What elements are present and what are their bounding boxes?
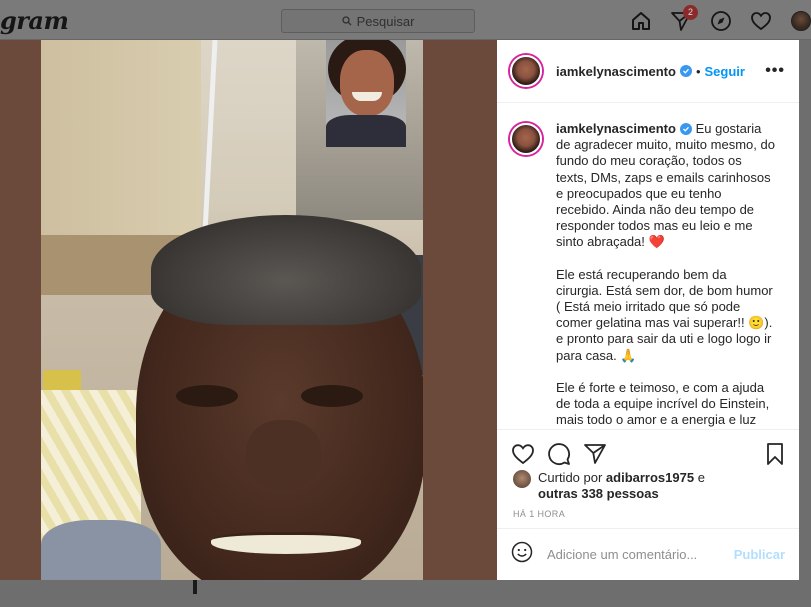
- photo-nose: [246, 420, 321, 490]
- video-call-pip: [326, 40, 406, 147]
- photo-smile: [211, 532, 361, 554]
- caption-paragraph-1: iamkelynascimento Eu gostaria de agradec…: [556, 121, 776, 251]
- comment-input[interactable]: [547, 547, 734, 562]
- verified-icon: [679, 123, 692, 135]
- liked-by-prefix: Curtido por: [538, 470, 606, 485]
- profile-avatar-image: [791, 11, 811, 31]
- more-options-icon[interactable]: •••: [765, 62, 785, 80]
- follow-button[interactable]: Seguir: [705, 64, 745, 79]
- bookmark-icon[interactable]: [763, 442, 787, 466]
- action-bar: [497, 429, 799, 475]
- nav-icons: 2: [611, 5, 811, 33]
- liked-by-others[interactable]: outras 338 pessoas: [538, 486, 659, 501]
- likes-summary: Curtido por adibarros1975 e outras 338 p…: [513, 470, 793, 502]
- video-call-photo: [41, 40, 423, 580]
- like-icon[interactable]: [511, 442, 535, 466]
- post-header: iamkelynascimento • Seguir •••: [497, 40, 799, 103]
- pip-body: [326, 115, 406, 147]
- photo-hair: [151, 215, 421, 325]
- caption-area: iamkelynascimento Eu gostaria de agradec…: [497, 104, 799, 429]
- liker-avatar[interactable]: [513, 470, 531, 488]
- pip-face: [340, 50, 394, 116]
- author-username[interactable]: iamkelynascimento: [556, 64, 676, 79]
- caption-avatar[interactable]: [510, 123, 542, 155]
- instagram-logo[interactable]: gram: [0, 6, 69, 35]
- post-timestamp[interactable]: HÁ 1 HORA: [513, 509, 565, 519]
- caption-body: iamkelynascimento Eu gostaria de agradec…: [556, 121, 776, 429]
- post-side-panel: iamkelynascimento • Seguir ••• iamkelyna…: [497, 40, 799, 580]
- top-nav: gram Pesquisar 2: [0, 0, 811, 40]
- search-icon: [341, 16, 352, 26]
- profile-avatar[interactable]: [789, 9, 811, 33]
- caption-paragraph-3: Ele é forte e teimoso, e com a ajuda de …: [556, 379, 773, 428]
- photo-eye-right: [301, 385, 363, 407]
- photo-eye-left: [176, 385, 238, 407]
- pip-smile: [352, 92, 382, 101]
- share-icon[interactable]: [583, 442, 607, 466]
- notification-badge: 2: [683, 5, 698, 20]
- home-icon[interactable]: [629, 9, 653, 33]
- separator-dot: •: [695, 63, 701, 79]
- likes-text: Curtido por adibarros1975 e outras 338 p…: [538, 470, 705, 502]
- caption-paragraph-2: Ele está recuperando bem da cirurgia. Es…: [556, 266, 777, 363]
- photo-shirt: [41, 520, 161, 580]
- backdrop-element: [193, 580, 197, 594]
- publish-button[interactable]: Publicar: [734, 547, 785, 562]
- author-avatar[interactable]: [510, 55, 542, 87]
- post-media[interactable]: [0, 40, 497, 580]
- modal-right-backdrop: [799, 40, 811, 580]
- verified-icon: [679, 65, 692, 77]
- direct-icon[interactable]: 2: [669, 5, 698, 33]
- page-backdrop: [0, 580, 811, 607]
- search-box[interactable]: Pesquisar: [281, 9, 475, 33]
- explore-icon[interactable]: [709, 9, 733, 33]
- emoji-icon[interactable]: [511, 541, 533, 568]
- comment-bar: Publicar: [497, 528, 799, 580]
- comment-icon[interactable]: [547, 442, 571, 466]
- activity-icon[interactable]: [749, 9, 773, 33]
- liked-by-and: e: [694, 470, 705, 485]
- caption-text-1: Eu gostaria de agradecer muito, muito me…: [556, 121, 779, 250]
- heart-emoji: ❤️: [648, 234, 665, 250]
- liked-by-user[interactable]: adibarros1975: [606, 470, 694, 485]
- search-placeholder: Pesquisar: [356, 13, 415, 29]
- caption-username[interactable]: iamkelynascimento: [556, 121, 676, 136]
